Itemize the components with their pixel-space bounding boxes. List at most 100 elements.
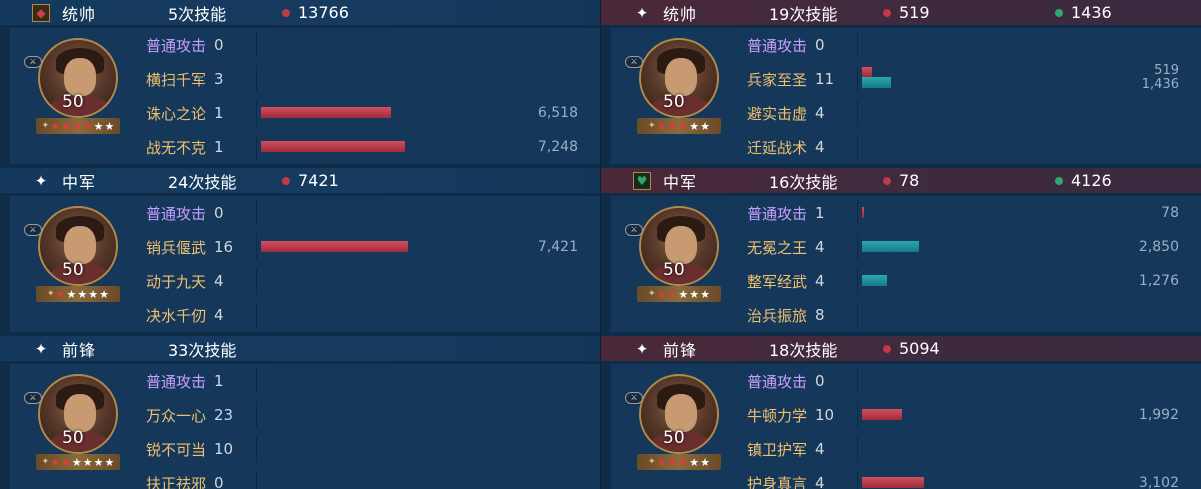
skill-row[interactable]: 兵家至圣 11 519 1,436 bbox=[737, 62, 1187, 96]
star-icon: ★ bbox=[99, 287, 109, 301]
star-icon: ★ bbox=[50, 455, 61, 469]
hero-header: ✦ 前锋 18次技能 5094 bbox=[601, 336, 1201, 361]
sparkle-icon: ✦ bbox=[34, 339, 48, 358]
skill-cast-count: 1 bbox=[214, 138, 224, 156]
skill-name: 动于九天 bbox=[146, 272, 207, 291]
skill-row[interactable]: 动于九天 4 bbox=[136, 264, 586, 298]
bar-divider bbox=[857, 268, 858, 294]
skill-row[interactable]: 普通攻击 0 bbox=[136, 28, 586, 62]
star-icon: ★ bbox=[104, 119, 115, 133]
role-name: 前锋 bbox=[62, 340, 97, 360]
skill-row[interactable]: 扶正祛邪 0 bbox=[136, 466, 586, 489]
unit-type-icon: ⚔ bbox=[24, 392, 42, 404]
skill-value: 78 bbox=[1161, 205, 1179, 221]
skill-row[interactable]: 普通攻击 0 bbox=[136, 196, 586, 230]
damage-bar bbox=[862, 477, 924, 488]
skill-cast-count: 0 bbox=[815, 372, 825, 390]
skill-values: 519 1,436 bbox=[1142, 64, 1179, 92]
hero-card: ◆ 统帅 5次技能 13766 ⚔ 50 ✦ ★ ★ ★ ★ ★ ★ 普通攻击 0 横扫千军 3 诛心之论 1 6,5… bbox=[0, 0, 600, 167]
skill-cast-count: 1 bbox=[815, 204, 825, 222]
hero-portrait[interactable]: ⚔ 50 ✦ ★ ★ ★ ★ ★ bbox=[625, 34, 727, 156]
skill-row[interactable]: 普通攻击 1 bbox=[136, 364, 586, 398]
skill-row[interactable]: 诛心之论 1 6,518 bbox=[136, 96, 586, 130]
skill-row[interactable]: 普通攻击 0 bbox=[737, 28, 1187, 62]
star-icon: ★ bbox=[656, 455, 667, 469]
hero-portrait[interactable]: ⚔ 50 ✦ ★ ★ ★ ★ ★ bbox=[24, 202, 126, 324]
star-rating: ✦ ★ ★ ★ ★ ★ bbox=[36, 286, 120, 302]
skill-cast-count: 0 bbox=[815, 36, 825, 54]
skill-cast-count: 11 bbox=[815, 70, 835, 88]
damage-bar bbox=[261, 107, 391, 118]
skill-name: 普通攻击 bbox=[146, 36, 207, 55]
skill-name: 护身真言 bbox=[747, 474, 808, 489]
skill-value: 6,518 bbox=[537, 105, 578, 121]
skill-cast-count: 1 bbox=[214, 372, 224, 390]
hero-card: ✦ 前锋 33次技能 ⚔ 50 ✦ ★ ★ ★ ★ ★ ★ 普通攻击 1 万众一心 23 锐不可当 10 扶正祛邪 0 bbox=[0, 336, 600, 489]
damage-dot-icon bbox=[282, 177, 290, 185]
skill-row[interactable]: 牛顿力学 10 1,992 bbox=[737, 398, 1187, 432]
skill-cast-count: 4 bbox=[214, 272, 224, 290]
skill-row[interactable]: 治兵振旅 8 bbox=[737, 298, 1187, 332]
skill-cast-count: 0 bbox=[214, 36, 224, 54]
hero-header: ♥ 中军 16次技能 78 4126 bbox=[601, 168, 1201, 193]
heal-dot-icon bbox=[1055, 177, 1063, 185]
skill-count: 33次技能 bbox=[168, 340, 237, 360]
role-name: 统帅 bbox=[62, 4, 97, 24]
damage-bar bbox=[261, 141, 405, 152]
skill-row[interactable]: 避实击虚 4 bbox=[737, 96, 1187, 130]
skill-row[interactable]: 决水千仞 4 bbox=[136, 298, 586, 332]
skill-name: 普通攻击 bbox=[747, 372, 808, 391]
skill-row[interactable]: 护身真言 4 3,102 bbox=[737, 466, 1187, 489]
bar-divider bbox=[857, 200, 858, 226]
skill-row[interactable]: 普通攻击 1 78 bbox=[737, 196, 1187, 230]
hero-portrait[interactable]: ⚔ 50 ✦ ★ ★ ★ ★ ★ bbox=[625, 370, 727, 489]
skill-count: 19次技能 bbox=[769, 4, 838, 24]
skill-name: 普通攻击 bbox=[747, 204, 808, 223]
damage-total: 78 bbox=[899, 171, 920, 190]
skill-name: 镇卫护军 bbox=[747, 440, 808, 459]
skill-row[interactable]: 横扫千军 3 bbox=[136, 62, 586, 96]
hero-body: ⚔ 50 ✦ ★ ★ ★ ★ ★ ★ 普通攻击 1 万众一心 23 锐不可当 10 扶正祛邪 0 bbox=[10, 364, 600, 489]
star-rating: ✦ ★ ★ ★ ★ ★ bbox=[637, 118, 721, 134]
bar-divider bbox=[857, 302, 858, 328]
skill-name: 普通攻击 bbox=[146, 372, 207, 391]
unit-type-icon: ⚔ bbox=[625, 392, 643, 404]
skill-cast-count: 4 bbox=[815, 238, 825, 256]
damage-bar bbox=[862, 67, 872, 77]
skill-count: 5次技能 bbox=[168, 4, 227, 24]
skill-row[interactable]: 销兵偃武 16 7,421 bbox=[136, 230, 586, 264]
skill-row[interactable]: 迁延战术 4 bbox=[737, 130, 1187, 164]
skill-row[interactable]: 镇卫护军 4 bbox=[737, 432, 1187, 466]
skill-cast-count: 10 bbox=[815, 406, 835, 424]
bar-divider bbox=[857, 134, 858, 160]
skill-row[interactable]: 万众一心 23 bbox=[136, 398, 586, 432]
bar-divider bbox=[857, 470, 858, 489]
bar-divider bbox=[256, 402, 257, 428]
skill-cast-count: 4 bbox=[815, 272, 825, 290]
hero-level: 50 bbox=[663, 260, 685, 280]
skill-name: 普通攻击 bbox=[146, 204, 207, 223]
heal-total: 1436 bbox=[1071, 3, 1112, 22]
hero-level: 50 bbox=[62, 260, 84, 280]
bar-divider bbox=[256, 470, 257, 489]
hero-level: 50 bbox=[663, 428, 685, 448]
heart-icon: ♥ bbox=[633, 171, 651, 190]
skill-row[interactable]: 整军经武 4 1,276 bbox=[737, 264, 1187, 298]
skill-row[interactable]: 战无不克 1 7,248 bbox=[136, 130, 586, 164]
skill-row[interactable]: 锐不可当 10 bbox=[136, 432, 586, 466]
skill-name: 万众一心 bbox=[146, 406, 207, 425]
star-icon: ★ bbox=[77, 287, 88, 301]
skill-name: 治兵振旅 bbox=[747, 306, 808, 325]
star-icon: ★ bbox=[678, 455, 689, 469]
hero-card: ✦ 中军 24次技能 7421 ⚔ 50 ✦ ★ ★ ★ ★ ★ 普通攻击 0 销兵偃武 16 7,421 动于九… bbox=[0, 168, 600, 335]
hero-portrait[interactable]: ⚔ 50 ✦ ★ ★ ★ ★ ★ ★ bbox=[24, 370, 126, 489]
damage-dot-icon bbox=[883, 345, 891, 353]
skill-row[interactable]: 无冕之王 4 2,850 bbox=[737, 230, 1187, 264]
skill-row[interactable]: 普通攻击 0 bbox=[737, 364, 1187, 398]
heal-bar bbox=[862, 77, 891, 88]
role-name: 前锋 bbox=[663, 340, 698, 360]
skill-count: 24次技能 bbox=[168, 172, 237, 192]
hero-portrait[interactable]: ⚔ 50 ✦ ★ ★ ★ ★ ★ bbox=[625, 202, 727, 324]
hero-portrait[interactable]: ⚔ 50 ✦ ★ ★ ★ ★ ★ ★ bbox=[24, 34, 126, 156]
skill-cast-count: 4 bbox=[214, 306, 224, 324]
